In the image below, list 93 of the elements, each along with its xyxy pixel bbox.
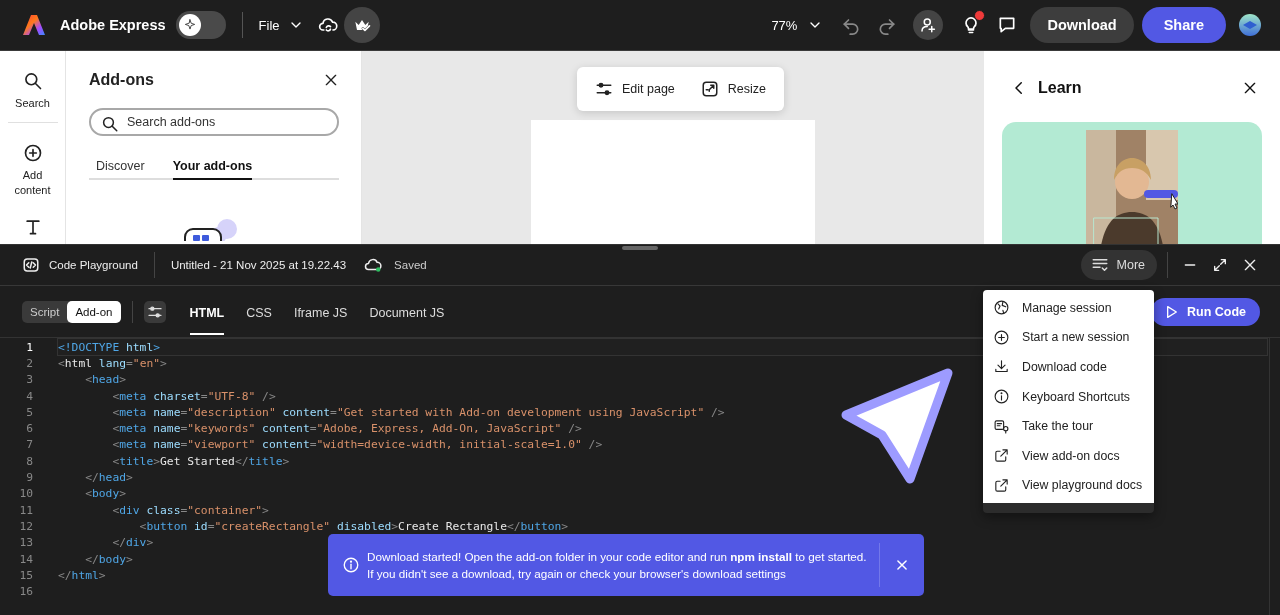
premium-button[interactable]: [343, 7, 380, 43]
info-icon: [342, 556, 360, 574]
tour-icon: [993, 417, 1010, 435]
search-field[interactable]: Search add-ons: [89, 108, 339, 136]
line-number: 9: [25, 471, 33, 484]
globe-icon: [993, 299, 1010, 317]
plus-circle-icon[interactable]: [22, 143, 43, 164]
code-line: <button id="createRectangle" disabled>Create Rectangle</button>: [138, 519, 569, 533]
line-number: 13: [18, 536, 33, 550]
code-line: </body>: [84, 552, 133, 566]
share-button[interactable]: Share: [1141, 7, 1226, 43]
line-number: 16: [18, 585, 33, 599]
code-line: <meta charset="UTF-8" />: [111, 389, 276, 403]
toast-message: Download started! Open the add-on folder in your code editor and run npm install to get started.: [367, 549, 867, 565]
avatar-icon[interactable]: [1238, 13, 1262, 37]
line-number: 8: [25, 454, 33, 468]
code-line: <meta name="description" content="Get started with Add-on development using JavaScript" />: [111, 405, 725, 419]
line-number: 11: [18, 503, 33, 517]
code-line: <meta name="keywords" content="Adobe, Express, Add-On, JavaScript" />: [111, 422, 582, 436]
logo-icon[interactable]: [22, 13, 46, 37]
line-number: 12: [18, 519, 33, 533]
close-icon[interactable]: [1242, 80, 1258, 96]
panel-tab[interactable]: Your add-ons: [172, 155, 253, 180]
panel-tab[interactable]: Discover: [96, 155, 145, 180]
maximize-icon[interactable]: [1212, 257, 1228, 273]
more-icon: [1090, 256, 1109, 274]
learn-card[interactable]: [1002, 122, 1262, 244]
external-link-icon: [993, 476, 1010, 494]
search-icon: [101, 115, 119, 133]
zoom-level[interactable]: 77%: [771, 17, 798, 33]
invite-button[interactable]: [913, 10, 944, 40]
line-number: 1: [25, 340, 33, 354]
file-menu[interactable]: File: [258, 17, 280, 33]
rail-label[interactable]: Add content: [7, 168, 58, 197]
resize-handle[interactable]: [622, 246, 658, 250]
code-line: <html lang="en">: [58, 356, 167, 370]
more-button[interactable]: More: [1080, 250, 1157, 280]
canvas-tool-button[interactable]: Resize: [700, 80, 767, 98]
line-number: 10: [18, 487, 33, 501]
line-number: 15: [18, 568, 33, 582]
save-status: Saved: [394, 259, 427, 271]
document-name: Untitled - 21 Nov 2025 at 19.22.43: [170, 259, 347, 271]
line-number: 3: [25, 373, 33, 387]
menu-item[interactable]: Keyboard Shortcuts: [983, 381, 1155, 412]
download-button[interactable]: Download: [1030, 7, 1134, 43]
code-line: <meta name="viewport" content="width=device-width, initial-scale=1.0" />: [111, 438, 603, 452]
settings-button[interactable]: [143, 300, 166, 323]
app-name: Adobe Express: [60, 17, 166, 33]
mode-toggle[interactable]: Add-on: [67, 300, 121, 323]
editor-tab[interactable]: Iframe JS: [293, 289, 348, 335]
person-plus-icon: [919, 16, 938, 34]
external-link-icon: [993, 447, 1010, 465]
rail-label[interactable]: Search: [15, 96, 50, 111]
code-line: <!DOCTYPE html>: [58, 340, 161, 354]
panel-title: Add-ons: [89, 71, 154, 89]
line-number: 4: [25, 389, 33, 403]
comment-icon[interactable]: [997, 15, 1018, 35]
menu-item[interactable]: Take the tour: [983, 411, 1155, 441]
code-line: </head>: [84, 471, 133, 485]
code-icon: [22, 256, 40, 274]
cloud-saved-icon: [364, 256, 383, 274]
mode-toggle[interactable]: Script: [22, 300, 68, 323]
resize-icon: [700, 80, 719, 98]
code-line: <title>Get Started</title>: [111, 454, 290, 468]
panel-title: Learn: [1038, 79, 1083, 97]
close-icon[interactable]: [1242, 257, 1258, 273]
code-line: </div>: [111, 536, 154, 550]
menu-item[interactable]: View playground docs: [983, 470, 1155, 501]
sliders-icon: [595, 80, 613, 98]
code-line: </html>: [58, 568, 106, 582]
toast-message: If you didn't see a download, try again or check your browser's download settings: [367, 566, 787, 582]
line-number: 14: [18, 552, 33, 566]
cloud-sync-icon[interactable]: [317, 15, 338, 35]
info-icon: [993, 388, 1010, 406]
line-number: 5: [25, 405, 33, 419]
code-line: <body>: [84, 487, 127, 501]
ai-toggle[interactable]: [175, 11, 226, 39]
playground-title: Code Playground: [49, 259, 138, 271]
line-number: 6: [25, 422, 33, 436]
menu-item[interactable]: View add-on docs: [983, 440, 1155, 471]
code-line: <div class="container">: [111, 503, 269, 517]
line-number: 2: [25, 356, 33, 370]
editor-tab[interactable]: HTML: [189, 289, 225, 335]
code-line: <head>: [84, 373, 127, 387]
search-icon[interactable]: [22, 71, 43, 91]
sparkle-icon: [182, 18, 197, 32]
editor-tab[interactable]: CSS: [246, 289, 272, 335]
line-number: 7: [25, 438, 33, 452]
plus-circle-icon: [993, 328, 1010, 346]
close-icon[interactable]: [323, 72, 339, 88]
canvas-tool-button[interactable]: Edit page: [595, 80, 675, 98]
menu-item[interactable]: Download code: [983, 352, 1155, 382]
editor-tab[interactable]: Document JS: [369, 289, 445, 335]
